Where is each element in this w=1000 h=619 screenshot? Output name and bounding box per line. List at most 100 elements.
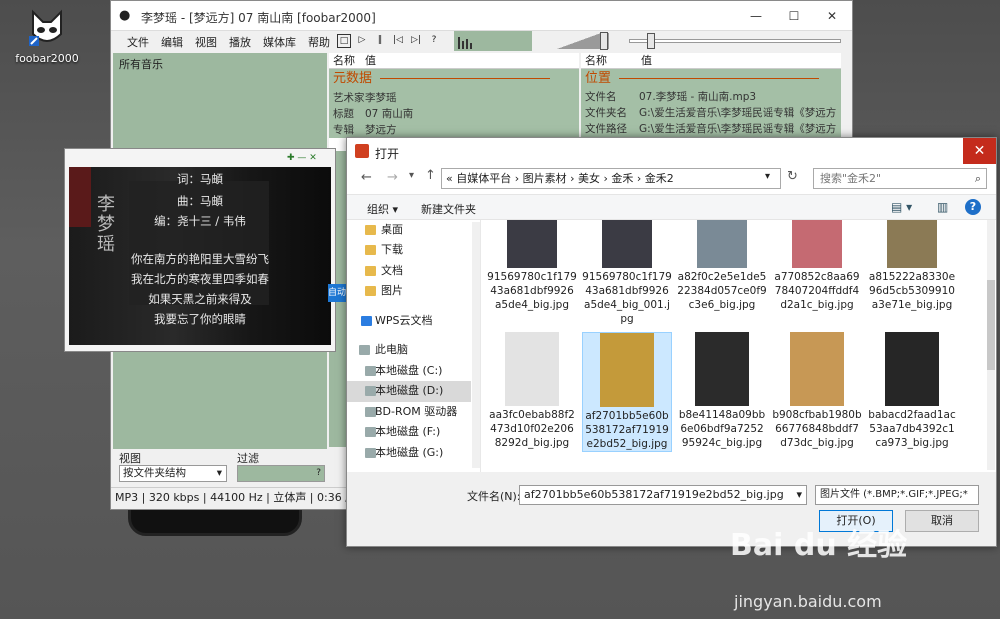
previous-button[interactable]: |◁ xyxy=(391,34,405,48)
filename-input[interactable]: af2701bb5e60b538172af71919e2bd52_big.jpg… xyxy=(519,485,807,505)
dialog-close-button[interactable]: ✕ xyxy=(963,138,996,164)
location-row[interactable]: 文件夹名 G:\爱生活爱音乐\李梦瑶民谣专辑《梦远方 xyxy=(581,105,841,121)
back-arrow-icon[interactable]: ← xyxy=(361,170,372,185)
grid-scroll-thumb[interactable] xyxy=(987,280,995,370)
next-button[interactable]: ▷| xyxy=(409,34,423,48)
address-dropdown-icon[interactable]: ▾ xyxy=(765,171,770,182)
volume-thumb[interactable] xyxy=(600,32,608,50)
filetype-value: 图片文件 (*.BMP;*.GIF;*.JPEG;* xyxy=(820,489,968,500)
group-title: 位置 xyxy=(585,71,612,86)
menu-library[interactable]: 媒体库 xyxy=(257,31,302,53)
nav-item[interactable]: 本地磁盘 (D:) xyxy=(347,381,471,402)
filename-dropdown-icon[interactable]: ▾ xyxy=(796,486,802,504)
search-input[interactable]: 搜索"金禾2" ⌕ xyxy=(813,168,987,189)
image-thumbnail xyxy=(600,333,654,407)
minimize-button[interactable]: — xyxy=(737,1,775,31)
nav-icon xyxy=(365,386,376,396)
filter-help: ? xyxy=(316,468,321,478)
prop-value: 07 南山南 xyxy=(365,108,414,120)
nav-item[interactable]: 本地磁盘 (F:) xyxy=(347,422,471,443)
cancel-button[interactable]: 取消 xyxy=(905,510,979,532)
metadata-row[interactable]: 专辑 梦远方 xyxy=(329,122,579,138)
nav-item[interactable]: 此电脑 xyxy=(347,340,471,361)
new-folder-button[interactable]: 新建文件夹 xyxy=(421,201,476,217)
nav-item[interactable]: BD-ROM 驱动器 xyxy=(347,402,471,423)
address-bar[interactable]: « 自媒体平台 › 图片素材 › 美女 › 金禾 › 金禾2 xyxy=(441,168,781,189)
maximize-button[interactable]: ☐ xyxy=(775,1,813,31)
col-name: 名称 xyxy=(333,54,355,67)
view-select[interactable]: 按文件夹结构 ▾ xyxy=(119,465,227,482)
forward-arrow-icon[interactable]: → xyxy=(387,170,398,185)
nav-item[interactable]: 文档 xyxy=(347,261,471,282)
nav-item[interactable]: 桌面 xyxy=(347,220,471,241)
location-row[interactable]: 文件路径 G:\爱生活爱音乐\李梦瑶民谣专辑《梦远方 xyxy=(581,121,841,137)
nav-label: 文档 xyxy=(381,264,403,277)
filter-input[interactable]: ? xyxy=(237,465,325,482)
foobar-titlebar[interactable]: ● 李梦瑶 - [梦远方] 07 南山南 [foobar2000] — ☐ ✕ xyxy=(111,1,852,31)
file-name: aa3fc0ebab88f2473d10f02e2068292d_big.jpg xyxy=(489,409,575,449)
file-tile[interactable]: b908cfbab1980b66776848bddf7d73dc_big.jpg xyxy=(772,332,862,450)
lyrics-window-controls[interactable]: ✚ — ✕ xyxy=(287,153,317,163)
nav-label: BD-ROM 驱动器 xyxy=(375,405,458,418)
nav-icon xyxy=(359,345,370,355)
nav-scrollbar[interactable] xyxy=(472,222,480,468)
preview-pane-icon[interactable]: ▥ xyxy=(937,200,948,214)
location-row[interactable]: 文件名 07.李梦瑶 - 南山南.mp3 xyxy=(581,89,841,105)
file-name: a770852c8aa6978407204ffddf4d2a1c_big.jpg xyxy=(774,271,860,311)
nav-item[interactable]: WPS云文档 xyxy=(347,311,471,332)
auto-tab[interactable]: 自动 xyxy=(328,284,346,302)
nav-icon xyxy=(365,448,376,458)
filetype-select[interactable]: 图片文件 (*.BMP;*.GIF;*.JPEG;* xyxy=(815,485,979,505)
lyric-line: 我在北方的寒夜里四季如春 xyxy=(131,272,269,286)
refresh-icon[interactable]: ↻ xyxy=(787,169,798,184)
prop-name: 专辑 xyxy=(333,124,354,136)
play-button[interactable]: ▷ xyxy=(355,34,369,48)
file-tile[interactable]: babacd2faad1ac53aa7db4392c1ca973_big.jpg xyxy=(867,332,957,450)
up-arrow-icon[interactable]: ↑ xyxy=(425,168,436,183)
metadata-row[interactable]: 标题 07 南山南 xyxy=(329,106,579,122)
foobar2000-desktop-shortcut[interactable]: foobar2000 xyxy=(10,8,84,65)
col-name: 名称 xyxy=(585,54,607,67)
file-tile[interactable]: 91569780c1f17943a681dbf9926a5de4_big_001… xyxy=(582,220,672,326)
close-button[interactable]: ✕ xyxy=(813,1,851,31)
image-thumbnail xyxy=(507,220,557,268)
random-button[interactable]: ? xyxy=(427,34,441,48)
metadata-row[interactable]: 艺术家李梦瑶 xyxy=(329,90,579,106)
organize-menu[interactable]: 组织 ▾ xyxy=(367,201,398,217)
file-tile[interactable]: a815222a8330e96d5cb5309910a3e71e_big.jpg xyxy=(867,220,957,312)
menu-view[interactable]: 视图 xyxy=(189,31,223,53)
baidu-watermark-logo: Bai du 经验 xyxy=(730,528,908,563)
file-tile[interactable]: a82f0c2e5e1de522384d057ce0f9c3e6_big.jpg xyxy=(677,220,767,312)
file-tile[interactable]: a770852c8aa6978407204ffddf4d2a1c_big.jpg xyxy=(772,220,862,312)
menu-file[interactable]: 文件 xyxy=(121,31,155,53)
lyrics-window[interactable]: ✚ — ✕ 李梦瑶 词：马頔 曲：马頔 编：尧十三 / 韦伟 你在南方的艳阳里大… xyxy=(64,148,336,352)
file-tile[interactable]: aa3fc0ebab88f2473d10f02e2068292d_big.jpg xyxy=(487,332,577,450)
seek-thumb[interactable] xyxy=(647,33,655,49)
menu-playback[interactable]: 播放 xyxy=(223,31,257,53)
file-name: af2701bb5e60b538172af71919e2bd52_big.jpg xyxy=(585,410,669,450)
nav-item[interactable]: 下载 xyxy=(347,240,471,261)
dialog-titlebar[interactable]: 打开 ✕ xyxy=(347,138,996,166)
library-header: 所有音乐 xyxy=(119,58,163,71)
file-name: 91569780c1f17943a681dbf9926a5de4_big_001… xyxy=(582,271,672,325)
history-chevron-icon[interactable]: ▾ xyxy=(409,170,414,181)
desktop-icon-label: foobar2000 xyxy=(15,52,79,65)
file-tile[interactable]: af2701bb5e60b538172af71919e2bd52_big.jpg xyxy=(582,332,672,452)
grid-scrollbar[interactable] xyxy=(987,220,995,470)
prop-value: G:\爱生活爱音乐\李梦瑶民谣专辑《梦远方 xyxy=(639,123,837,135)
file-tile[interactable]: b8e41148a09bb6e06bdf9a725295924c_big.jpg xyxy=(677,332,767,450)
menu-help[interactable]: 帮助 xyxy=(302,31,336,53)
pause-button[interactable]: ‖ xyxy=(373,34,387,48)
prop-value: 梦远方 xyxy=(365,124,397,136)
nav-item[interactable]: 图片 xyxy=(347,281,471,302)
seek-bar[interactable] xyxy=(629,39,841,43)
help-icon[interactable]: ? xyxy=(965,199,981,215)
image-thumbnail xyxy=(887,220,937,268)
nav-item[interactable]: 本地磁盘 (G:) xyxy=(347,443,471,464)
view-mode-icon[interactable]: ▤ ▾ xyxy=(891,200,912,214)
nav-icon xyxy=(365,225,376,235)
nav-item[interactable]: 本地磁盘 (C:) xyxy=(347,361,471,382)
file-tile[interactable]: 91569780c1f17943a681dbf9926a5de4_big.jpg xyxy=(487,220,577,312)
stop-button[interactable]: □ xyxy=(337,34,351,48)
menu-edit[interactable]: 编辑 xyxy=(155,31,189,53)
